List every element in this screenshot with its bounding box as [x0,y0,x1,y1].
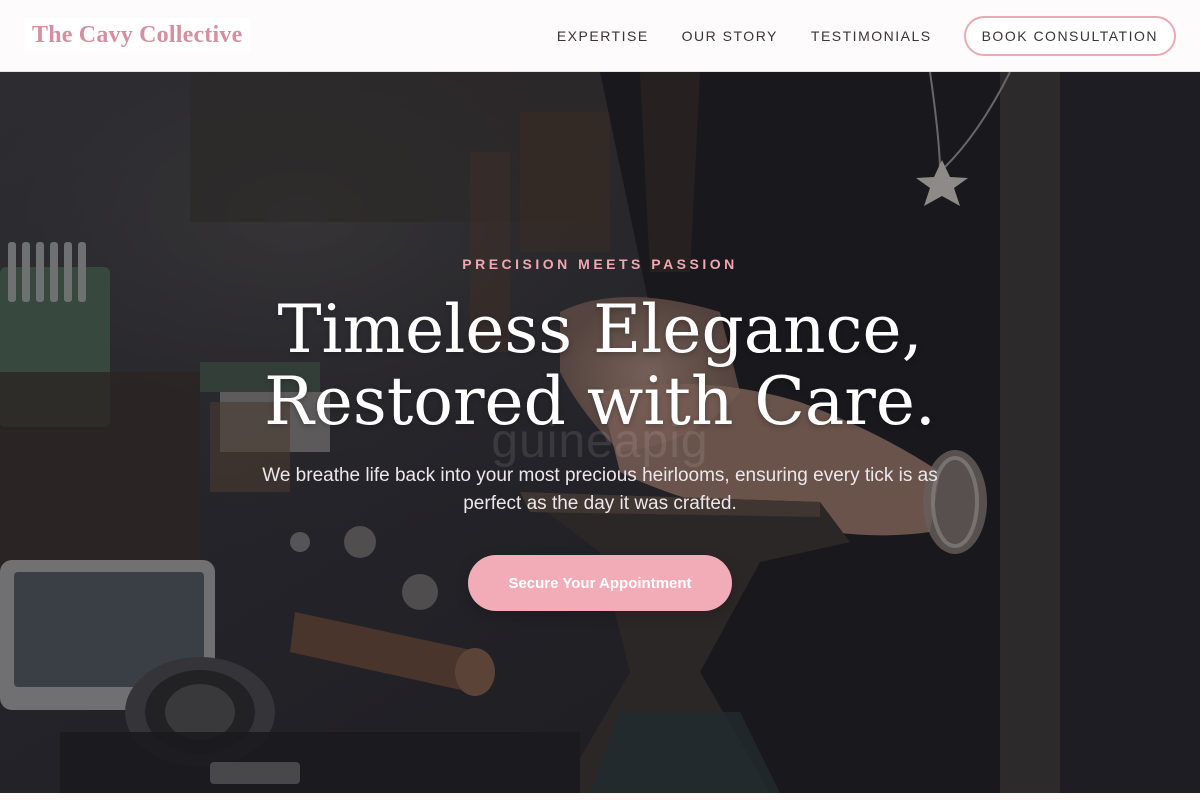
nav-link-testimonials[interactable]: TESTIMONIALS [811,28,932,44]
site-header: The Cavy Collective EXPERTISE OUR STORY … [0,0,1200,72]
next-section-edge [0,793,1200,800]
book-consultation-button[interactable]: BOOK CONSULTATION [963,15,1176,56]
brand-logo[interactable]: The Cavy Collective [24,18,251,53]
secure-appointment-button[interactable]: Secure Your Appointment [468,555,732,611]
hero-title-line-1: Timeless Elegance, [277,291,923,368]
hero-eyebrow: PRECISION MEETS PASSION [462,256,738,272]
nav-link-expertise[interactable]: EXPERTISE [557,28,649,44]
image-watermark: guineapig [491,415,709,468]
hero-section: PRECISION MEETS PASSION Timeless Eleganc… [0,72,1200,793]
main-nav: EXPERTISE OUR STORY TESTIMONIALS BOOK CO… [557,15,1176,56]
hero-content: PRECISION MEETS PASSION Timeless Eleganc… [0,72,1200,793]
hero-subtitle: We breathe life back into your most prec… [262,465,938,514]
nav-link-our-story[interactable]: OUR STORY [682,28,778,44]
